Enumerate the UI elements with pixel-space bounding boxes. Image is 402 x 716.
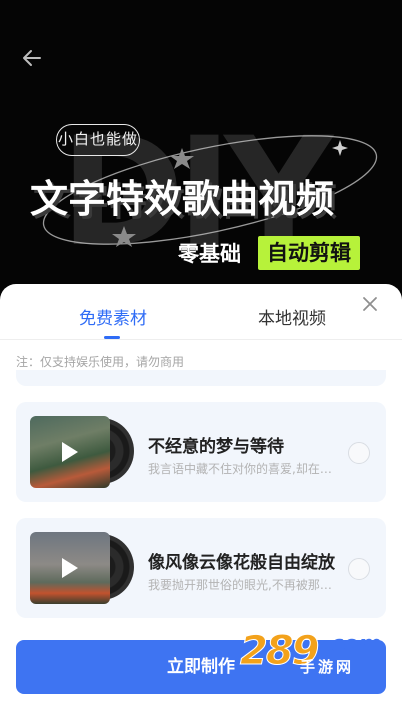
usage-note: 注：仅支持娱乐使用，请勿商用 <box>16 355 185 369</box>
select-radio[interactable] <box>348 442 370 464</box>
list-item[interactable]: 像风像云像花般自由绽放 我要抛开那世俗的眼光,不再被那… <box>16 518 386 618</box>
tab-indicator <box>104 336 120 339</box>
tab-free-material[interactable]: 免费素材 <box>79 304 147 329</box>
list-item[interactable]: 不经意的梦与等待 我言语中藏不住对你的喜爱,却在… <box>16 402 386 502</box>
tab-local-video[interactable]: 本地视频 <box>258 304 326 329</box>
create-now-button[interactable]: 立即制作 <box>16 640 386 694</box>
song-description: 我言语中藏不住对你的喜爱,却在… <box>148 462 332 476</box>
sparkle-icon <box>332 140 348 156</box>
close-icon[interactable] <box>360 294 380 314</box>
song-title: 不经意的梦与等待 <box>148 437 284 457</box>
cover-image <box>30 532 110 604</box>
hero-tag: 小白也能做 <box>56 124 140 156</box>
list-item-partial <box>16 370 386 386</box>
song-thumbnail <box>30 416 134 488</box>
song-title: 像风像云像花般自由绽放 <box>148 553 335 573</box>
play-icon[interactable] <box>62 442 78 462</box>
play-icon[interactable] <box>62 558 78 578</box>
song-description: 我要抛开那世俗的眼光,不再被那… <box>148 578 332 592</box>
hero-headline: 文字特效歌曲视频 <box>30 177 335 221</box>
song-thumbnail <box>30 532 134 604</box>
back-arrow-icon[interactable] <box>18 44 46 72</box>
hero-banner: DIY 小白也能做 文字特效歌曲视频 零基础 自动剪辑 <box>0 0 402 300</box>
select-radio[interactable] <box>348 558 370 580</box>
tab-bar: 免费素材 本地视频 <box>0 284 402 340</box>
hero-sub-left: 零基础 <box>178 242 241 266</box>
hero-sub-right-badge: 自动剪辑 <box>258 236 360 270</box>
material-sheet: 免费素材 本地视频 注：仅支持娱乐使用，请勿商用 不经意的梦与等待 我言语中藏不… <box>0 284 402 716</box>
cover-image <box>30 416 110 488</box>
